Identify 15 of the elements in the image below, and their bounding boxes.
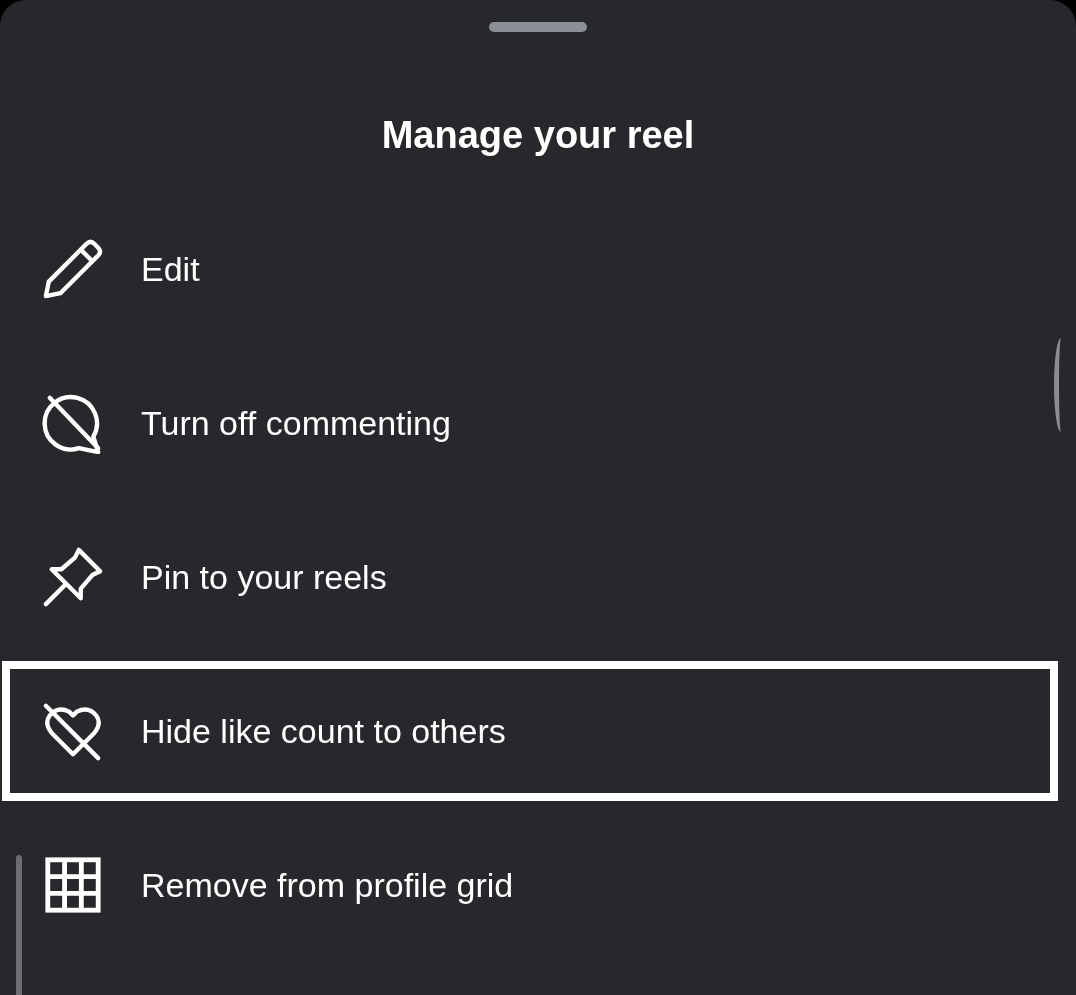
menu-item-label: Remove from profile grid (141, 865, 514, 905)
menu-item[interactable]: Turn off commenting (2, 353, 1058, 493)
drag-handle[interactable] (489, 22, 587, 32)
sheet-title: Manage your reel (380, 113, 696, 158)
pencil-icon (42, 238, 104, 300)
menu-item-label: Hide like count to others (141, 711, 506, 751)
menu-item[interactable]: Edit (2, 199, 1058, 339)
pushpin-icon (42, 546, 104, 608)
menu-item[interactable]: Remove from profile grid (2, 815, 1058, 955)
menu-item-label: Edit (141, 249, 200, 289)
menu-item[interactable]: Pin to your reels (2, 507, 1058, 647)
menu-item-label: Pin to your reels (141, 557, 387, 597)
menu-item-label: Turn off commenting (141, 403, 451, 443)
menu-item[interactable]: Hide like count to others (2, 661, 1058, 801)
grid-icon (42, 854, 104, 916)
